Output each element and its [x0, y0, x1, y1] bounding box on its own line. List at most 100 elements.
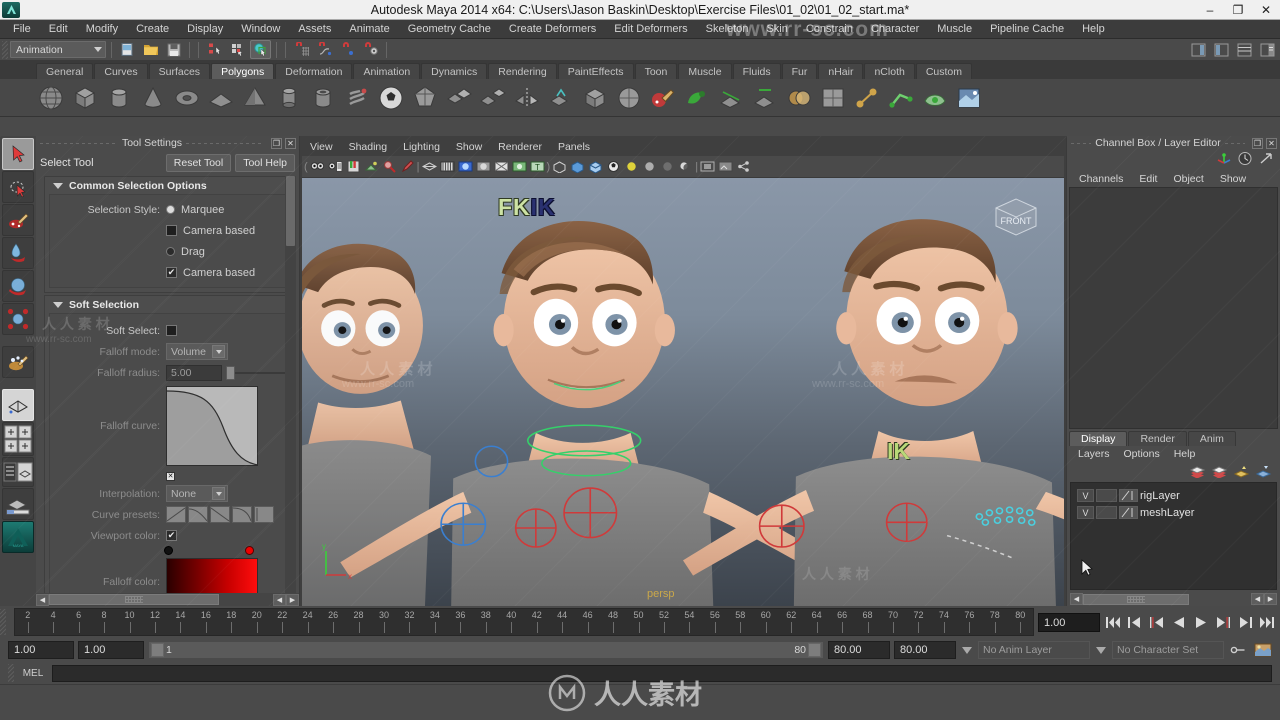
range-start-field[interactable]: 1.00 — [78, 641, 144, 659]
paint-weights-icon[interactable] — [954, 83, 984, 113]
shelf-tab-animation[interactable]: Animation — [353, 63, 421, 79]
ik-handle-icon[interactable] — [886, 83, 916, 113]
menu-pipeline-cache[interactable]: Pipeline Cache — [981, 20, 1073, 39]
layer-row-meshlayer[interactable]: V meshLayer — [1071, 504, 1276, 521]
ramp-marker-black[interactable] — [164, 546, 173, 555]
curve-preset-3[interactable] — [210, 506, 230, 523]
layer-playback-toggle[interactable] — [1096, 506, 1117, 519]
two-d-pan-zoom-icon[interactable] — [381, 158, 398, 175]
shelf-tab-custom[interactable]: Custom — [915, 63, 973, 79]
falloff-color-ramp[interactable] — [166, 558, 258, 593]
step-back-frame-button[interactable] — [1148, 614, 1166, 631]
polygon-combine-icon[interactable] — [444, 83, 474, 113]
auto-key-button[interactable] — [1228, 644, 1248, 656]
select-by-object-button[interactable] — [227, 40, 248, 59]
menu-skin[interactable]: Skin — [757, 20, 796, 39]
menu-display[interactable]: Display — [178, 20, 232, 39]
maximize-button[interactable]: ❐ — [1224, 0, 1252, 20]
select-by-hierarchy-button[interactable] — [204, 40, 225, 59]
layer-name[interactable]: meshLayer — [1140, 507, 1194, 519]
shelf-tab-dynamics[interactable]: Dynamics — [421, 63, 488, 79]
select-camera-icon[interactable] — [309, 158, 326, 175]
shelf-tab-nhair[interactable]: nHair — [818, 63, 864, 79]
menu-window[interactable]: Window — [232, 20, 289, 39]
polygon-prism-icon[interactable] — [274, 83, 304, 113]
close-panel-button[interactable]: ✕ — [1266, 137, 1277, 149]
viewport-menu-lighting[interactable]: Lighting — [395, 138, 448, 156]
time-slider[interactable]: 2 4 6 8 10 12 14 16 18 20 22 24 26 28 30 32 34 36 38 40 42 44… — [14, 608, 1034, 636]
shelf-tab-polygons[interactable]: Polygons — [211, 63, 275, 79]
channel-box-attribute-list[interactable]: 人 人 素 材 www.rr-sc.com — [0, 136, 1280, 606]
bookmarks-icon[interactable] — [345, 158, 362, 175]
uv-texture-icon[interactable] — [818, 83, 848, 113]
grease-pencil-icon[interactable] — [399, 158, 416, 175]
new-scene-button[interactable] — [117, 40, 138, 59]
polygon-pipe-icon[interactable] — [308, 83, 338, 113]
polygon-sphere-icon[interactable] — [36, 83, 66, 113]
shadows-icon[interactable] — [677, 158, 694, 175]
polygon-helix-icon[interactable] — [342, 83, 372, 113]
range-end-field[interactable]: 80.00 — [828, 641, 890, 659]
xray-joints-icon[interactable] — [569, 158, 586, 175]
lasso-tool-button[interactable] — [2, 171, 34, 203]
perspective-viewport[interactable]: FKIK IK FRONT y x persp 材 人 人 www.rr-sc.… — [302, 178, 1064, 606]
curve-preset-1[interactable] — [166, 506, 186, 523]
scroll-prev-arrow-icon[interactable]: ◀ — [1251, 593, 1264, 605]
curve-preset-5[interactable] — [254, 506, 274, 523]
polygon-cube-icon[interactable] — [70, 83, 100, 113]
menu-edit[interactable]: Edit — [40, 20, 77, 39]
step-forward-key-button[interactable] — [1236, 614, 1254, 631]
viewport-menu-view[interactable]: View — [302, 138, 341, 156]
create-empty-layer-icon[interactable] — [1189, 464, 1206, 481]
menu-assets[interactable]: Assets — [289, 20, 340, 39]
move-layer-up-icon[interactable] — [1233, 464, 1250, 481]
layer-display-type-toggle[interactable] — [1119, 489, 1138, 502]
undock-panel-button[interactable]: ❐ — [1252, 137, 1263, 149]
channel-box-menu-show[interactable]: Show — [1212, 173, 1254, 185]
snap-to-point-button[interactable] — [337, 40, 358, 59]
range-end-handle[interactable] — [808, 643, 821, 657]
falloff-curve-graph[interactable] — [166, 386, 258, 466]
layout-single-perspective-button[interactable] — [2, 389, 34, 421]
layout-hypershade-persp-button[interactable] — [2, 488, 34, 520]
falloff-radius-field[interactable]: 5.00 — [166, 364, 222, 381]
show-hide-tool-settings-button[interactable] — [1211, 40, 1232, 59]
command-input-field[interactable] — [52, 664, 1272, 682]
isolate-select-icon[interactable] — [699, 158, 716, 175]
animation-end-field[interactable]: 80.00 — [894, 641, 956, 659]
texture-mode-icon[interactable] — [493, 158, 510, 175]
view-cube[interactable]: FRONT — [992, 196, 1040, 236]
falloff-curve-handle[interactable]: ✕ — [166, 471, 175, 481]
snap-to-grid-button[interactable] — [291, 40, 312, 59]
layer-menu-layers[interactable]: Layers — [1071, 448, 1117, 460]
scroll-left-arrow-icon[interactable]: ◀ — [36, 593, 49, 606]
layer-playback-toggle[interactable] — [1096, 489, 1117, 502]
channel-box-menu-edit[interactable]: Edit — [1131, 173, 1165, 185]
polygon-torus-icon[interactable] — [172, 83, 202, 113]
camera-based-selection-checkbox-1[interactable] — [166, 225, 177, 236]
channel-box-clock-icon[interactable] — [1237, 151, 1253, 169]
bind-skin-icon[interactable] — [920, 83, 950, 113]
statusline-grip[interactable] — [2, 40, 8, 59]
xray-icon[interactable] — [551, 158, 568, 175]
close-button[interactable]: ✕ — [1252, 0, 1280, 20]
light-dark-icon[interactable] — [659, 158, 676, 175]
tab-render-layers[interactable]: Render — [1128, 431, 1187, 446]
animation-preferences-button[interactable] — [1252, 643, 1274, 657]
menu-animate[interactable]: Animate — [340, 20, 398, 39]
share-viewport-icon[interactable] — [735, 158, 752, 175]
xray-active-components-icon[interactable] — [587, 158, 604, 175]
panel-drag-handle[interactable] — [1224, 142, 1245, 144]
shelf-tab-toon[interactable]: Toon — [634, 63, 678, 79]
move-layer-down-icon[interactable] — [1255, 464, 1272, 481]
curve-preset-2[interactable] — [188, 506, 208, 523]
paint-selection-tool-button[interactable] — [2, 204, 34, 236]
shelf-tab-deformation[interactable]: Deformation — [275, 63, 353, 79]
move-tool-button[interactable] — [2, 237, 34, 269]
panel-drag-handle[interactable] — [40, 142, 118, 144]
layer-list-scrollbar[interactable]: ◀ ◀ ▶ — [1070, 592, 1277, 606]
layout-outliner-persp-button[interactable] — [2, 457, 34, 487]
curve-preset-4[interactable] — [232, 506, 252, 523]
select-by-component-button[interactable] — [250, 40, 271, 59]
anim-layer-chevron-icon[interactable] — [960, 646, 974, 654]
